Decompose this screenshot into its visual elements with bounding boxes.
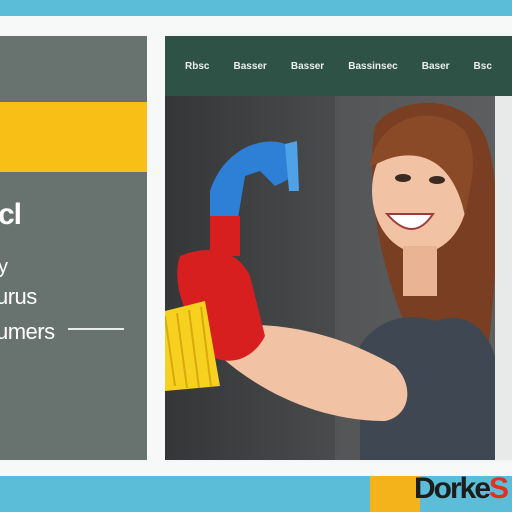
main-nav: Rbsc Basser Basser Bassinsec Baser Bsc — [165, 36, 512, 96]
top-banner-strip — [0, 0, 512, 16]
sidebar-divider-line — [68, 328, 124, 330]
nav-item-1[interactable]: Rbsc — [185, 61, 209, 72]
sidebar-text-line: umers — [0, 319, 55, 344]
brand-logo[interactable]: DorkeS — [414, 472, 509, 506]
sidebar-accent-bar — [0, 102, 147, 172]
nav-item-3[interactable]: Basser — [291, 61, 324, 72]
column-divider — [147, 34, 165, 462]
logo-text-main: Dorke — [414, 472, 491, 505]
nav-item-2[interactable]: Basser — [233, 61, 266, 72]
nav-item-4[interactable]: Bassinsec — [348, 61, 397, 72]
top-spacer — [0, 16, 512, 34]
hero-illustration — [165, 96, 495, 460]
nav-item-6[interactable]: Bsc — [474, 61, 492, 72]
hero-image — [165, 96, 495, 460]
sidebar-panel: cl y urus umers — [0, 36, 147, 460]
nav-item-5[interactable]: Baser — [422, 61, 450, 72]
logo-accent-block — [370, 476, 420, 512]
logo-text-accent: S — [489, 472, 509, 505]
sidebar-heading: cl — [0, 198, 22, 231]
sidebar-text-line: y — [0, 256, 8, 278]
sidebar-text-line: urus — [0, 284, 37, 309]
hero-edge-strip — [495, 96, 512, 460]
